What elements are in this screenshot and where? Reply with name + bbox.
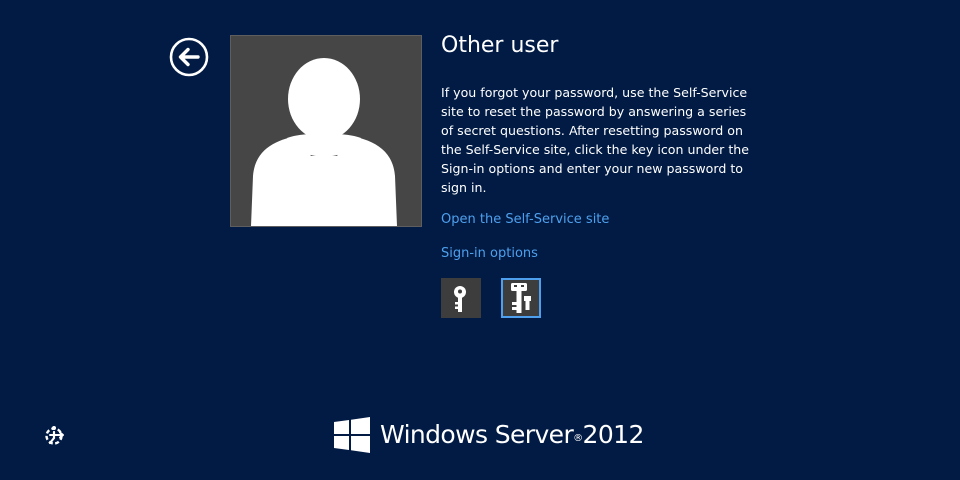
user-title: Other user — [441, 33, 559, 58]
avatar — [230, 35, 422, 227]
ease-of-access-button[interactable] — [43, 424, 67, 448]
open-self-service-link[interactable]: Open the Self-Service site — [441, 211, 609, 229]
brand-version: 2012 — [582, 420, 645, 449]
user-silhouette-icon — [251, 58, 397, 226]
self-service-sign-in-tile[interactable] — [501, 278, 541, 318]
password-sign-in-tile[interactable] — [441, 278, 481, 318]
windows-logo-icon — [334, 417, 370, 453]
sign-in-options-link[interactable]: Sign-in options — [441, 245, 538, 263]
windows-server-brand: Windows Server®2012 — [334, 416, 644, 454]
back-button[interactable] — [169, 37, 209, 77]
back-arrow-icon — [169, 37, 209, 77]
password-reset-message: If you forgot your password, use the Sel… — [441, 85, 750, 195]
registered-mark: ® — [573, 433, 583, 444]
self-service-key-icon — [511, 283, 531, 313]
ease-of-access-icon — [45, 426, 64, 445]
brand-text: Windows Server®2012 — [380, 416, 644, 454]
key-icon — [454, 286, 466, 312]
brand-name: Windows Server — [380, 420, 574, 449]
